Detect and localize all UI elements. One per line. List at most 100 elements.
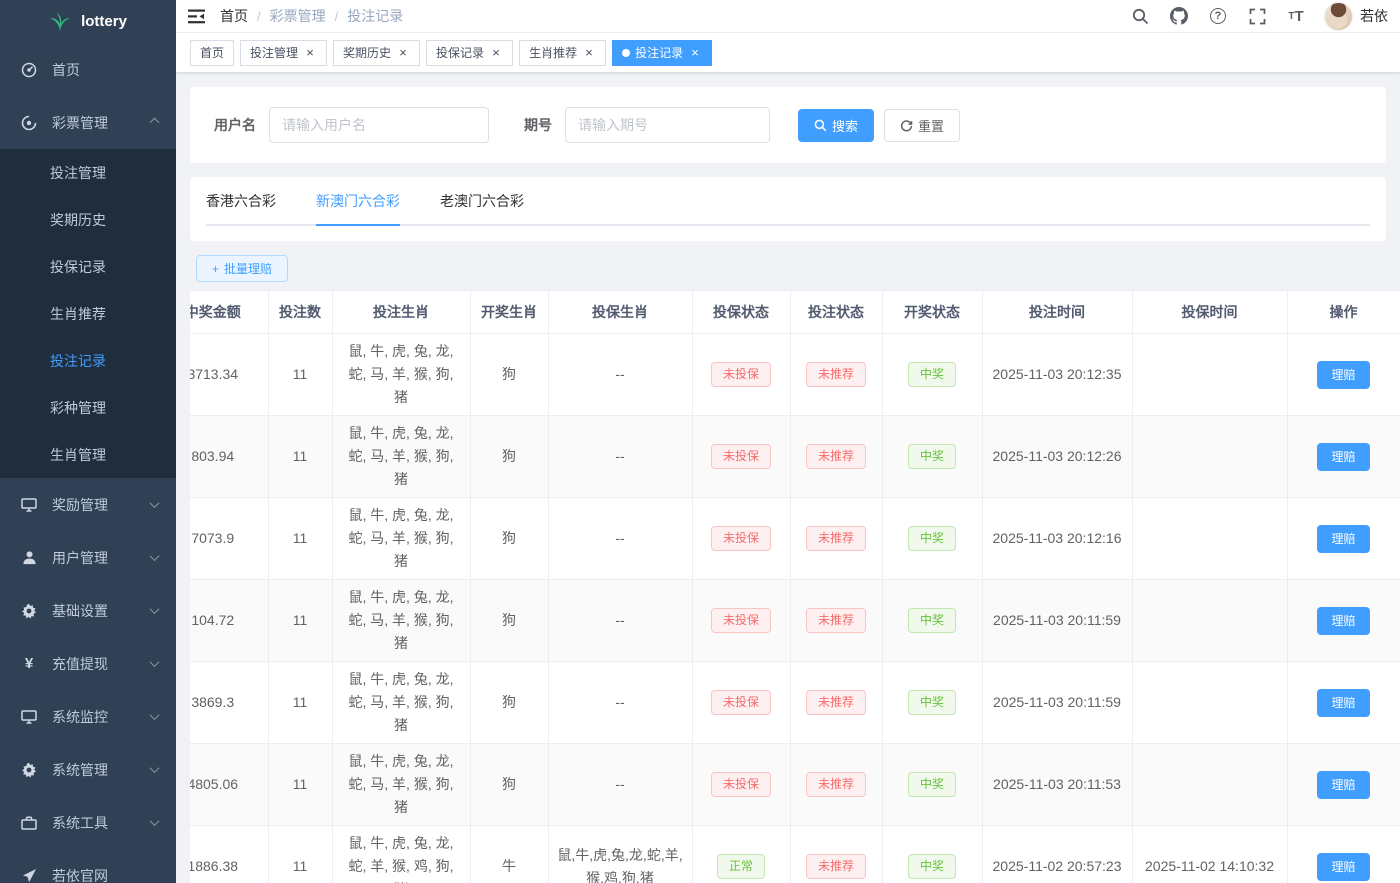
status-badge: 中奖 bbox=[908, 690, 956, 715]
username-input[interactable] bbox=[269, 107, 489, 143]
tag-投保记录[interactable]: 投保记录× bbox=[426, 40, 513, 66]
tab-老澳门六合彩[interactable]: 老澳门六合彩 bbox=[440, 191, 524, 224]
sidebar-fold-icon[interactable] bbox=[176, 0, 216, 33]
close-icon[interactable]: × bbox=[688, 46, 702, 60]
claim-button[interactable]: 理赔 bbox=[1317, 853, 1369, 881]
lottery-icon bbox=[20, 114, 38, 132]
avatar[interactable] bbox=[1324, 2, 1353, 31]
records-table: 中奖金额投注数投注生肖开奖生肖投保生肖投保状态投注状态开奖状态投注时间投保时间操… bbox=[190, 290, 1400, 883]
status-badge: 未投保 bbox=[711, 444, 771, 469]
search-icon[interactable] bbox=[1129, 5, 1151, 27]
table-cell: 鼠, 牛, 虎, 兔, 龙, 蛇, 马, 羊, 猴, 狗, 猪 bbox=[332, 416, 470, 498]
lottery-tabs-card: 香港六合彩 新澳门六合彩 老澳门六合彩 bbox=[190, 177, 1386, 241]
sidebar-subitem[interactable]: 投注管理 bbox=[0, 149, 176, 196]
claim-button[interactable]: 理赔 bbox=[1317, 525, 1369, 553]
claim-button[interactable]: 理赔 bbox=[1317, 689, 1369, 717]
table-cell: 11 bbox=[268, 826, 332, 883]
batch-claim-button[interactable]: + 批量理赔 bbox=[196, 255, 288, 282]
tag-投注记录[interactable]: 投注记录× bbox=[612, 40, 712, 66]
table-cell: 中奖 bbox=[882, 498, 982, 580]
status-badge: 中奖 bbox=[908, 362, 956, 387]
tag-首页[interactable]: 首页 bbox=[190, 40, 234, 66]
help-icon[interactable]: ? bbox=[1207, 5, 1229, 27]
status-badge: 未投保 bbox=[711, 526, 771, 551]
table-cell: 1886.38 bbox=[190, 826, 268, 883]
status-badge: 未投保 bbox=[711, 362, 771, 387]
table-cell: 未投保 bbox=[692, 662, 790, 744]
table-cell: 狗 bbox=[470, 498, 548, 580]
sidebar-subitem[interactable]: 生肖管理 bbox=[0, 431, 176, 478]
table-cell: 2025-11-03 20:12:26 bbox=[982, 416, 1132, 498]
app-logo[interactable]: lottery bbox=[0, 0, 176, 43]
sidebar-subitem[interactable]: 生肖推荐 bbox=[0, 290, 176, 337]
table-cell: 鼠, 牛, 虎, 兔, 龙, 蛇, 马, 羊, 猴, 狗, 猪 bbox=[332, 334, 470, 416]
breadcrumb-separator: / bbox=[257, 9, 261, 24]
sidebar-item-7[interactable]: 系统管理 bbox=[0, 743, 176, 796]
sidebar-item-1[interactable]: 彩票管理 bbox=[0, 96, 176, 149]
column-header: 投注时间 bbox=[982, 291, 1132, 334]
table-cell: 鼠, 牛, 虎, 兔, 龙, 蛇, 马, 羊, 猴, 狗, 猪 bbox=[332, 498, 470, 580]
column-header: 操作 bbox=[1287, 291, 1400, 334]
tab-香港六合彩[interactable]: 香港六合彩 bbox=[206, 191, 276, 224]
monitor-icon bbox=[20, 708, 38, 726]
sidebar-item-8[interactable]: 系统工具 bbox=[0, 796, 176, 849]
chevron-up-icon bbox=[150, 118, 160, 128]
tag-label: 奖期历史 bbox=[343, 44, 391, 61]
user-menu[interactable]: 若依 bbox=[1324, 2, 1388, 31]
table-body: 3713.3411鼠, 牛, 虎, 兔, 龙, 蛇, 马, 羊, 猴, 狗, 猪… bbox=[190, 334, 1400, 883]
plus-icon: + bbox=[212, 262, 219, 276]
close-icon[interactable]: × bbox=[582, 46, 596, 60]
claim-button[interactable]: 理赔 bbox=[1317, 607, 1369, 635]
table-cell: 7073.9 bbox=[190, 498, 268, 580]
close-icon[interactable]: × bbox=[489, 46, 503, 60]
github-icon[interactable] bbox=[1168, 5, 1190, 27]
table-cell: 未推荐 bbox=[790, 416, 882, 498]
fullscreen-icon[interactable] bbox=[1246, 5, 1268, 27]
tab-新澳门六合彩[interactable]: 新澳门六合彩 bbox=[316, 191, 400, 224]
claim-button[interactable]: 理赔 bbox=[1317, 361, 1369, 389]
sidebar-item-6[interactable]: 系统监控 bbox=[0, 690, 176, 743]
sidebar-subitem[interactable]: 彩种管理 bbox=[0, 384, 176, 431]
close-icon[interactable]: × bbox=[303, 46, 317, 60]
tag-label: 投注管理 bbox=[250, 44, 298, 61]
reset-button[interactable]: 重置 bbox=[884, 109, 960, 142]
tag-生肖推荐[interactable]: 生肖推荐× bbox=[519, 40, 606, 66]
table-cell: 鼠, 牛, 虎, 兔, 龙, 蛇, 马, 羊, 猴, 狗, 猪 bbox=[332, 580, 470, 662]
close-icon[interactable]: × bbox=[396, 46, 410, 60]
table-cell: 牛 bbox=[470, 826, 548, 883]
table-cell: 理赔 bbox=[1287, 498, 1400, 580]
table-cell: 鼠, 牛, 虎, 兔, 龙, 蛇, 马, 羊, 猴, 狗, 猪 bbox=[332, 662, 470, 744]
table-cell: 未投保 bbox=[692, 498, 790, 580]
sidebar-item-3[interactable]: 用户管理 bbox=[0, 531, 176, 584]
font-size-icon[interactable]: TT bbox=[1285, 5, 1307, 27]
chevron-down-icon bbox=[150, 498, 160, 508]
sidebar-item-4[interactable]: 基础设置 bbox=[0, 584, 176, 637]
tag-投注管理[interactable]: 投注管理 × bbox=[240, 40, 327, 66]
sidebar-item-9[interactable]: 若依官网 bbox=[0, 849, 176, 883]
claim-button[interactable]: 理赔 bbox=[1317, 771, 1369, 799]
table-cell bbox=[1132, 662, 1287, 744]
records-table-wrapper[interactable]: 中奖金额投注数投注生肖开奖生肖投保生肖投保状态投注状态开奖状态投注时间投保时间操… bbox=[190, 290, 1400, 883]
status-badge: 未推荐 bbox=[806, 690, 866, 715]
status-badge: 中奖 bbox=[908, 444, 956, 469]
table-cell: 2025-11-03 20:11:59 bbox=[982, 662, 1132, 744]
lottery-tabs: 香港六合彩 新澳门六合彩 老澳门六合彩 bbox=[206, 191, 1370, 226]
search-button[interactable]: 搜索 bbox=[798, 109, 874, 142]
tag-奖期历史[interactable]: 奖期历史 × bbox=[333, 40, 420, 66]
sidebar-subitem[interactable]: 投保记录 bbox=[0, 243, 176, 290]
sidebar-subitem[interactable]: 奖期历史 bbox=[0, 196, 176, 243]
breadcrumb-home[interactable]: 首页 bbox=[220, 6, 248, 26]
sidebar-item-2[interactable]: 奖励管理 bbox=[0, 478, 176, 531]
table-cell: 理赔 bbox=[1287, 744, 1400, 826]
table-cell: 理赔 bbox=[1287, 334, 1400, 416]
claim-button[interactable]: 理赔 bbox=[1317, 443, 1369, 471]
table-cell bbox=[1132, 334, 1287, 416]
issue-input[interactable] bbox=[565, 107, 770, 143]
table-cell: -- bbox=[548, 744, 692, 826]
sidebar-subitem[interactable]: 投注记录 bbox=[0, 337, 176, 384]
status-badge: 正常 bbox=[717, 854, 765, 879]
table-cell: 104.72 bbox=[190, 580, 268, 662]
table-cell: -- bbox=[548, 498, 692, 580]
sidebar-item-0[interactable]: 首页 bbox=[0, 43, 176, 96]
sidebar-item-5[interactable]: ¥充值提现 bbox=[0, 637, 176, 690]
